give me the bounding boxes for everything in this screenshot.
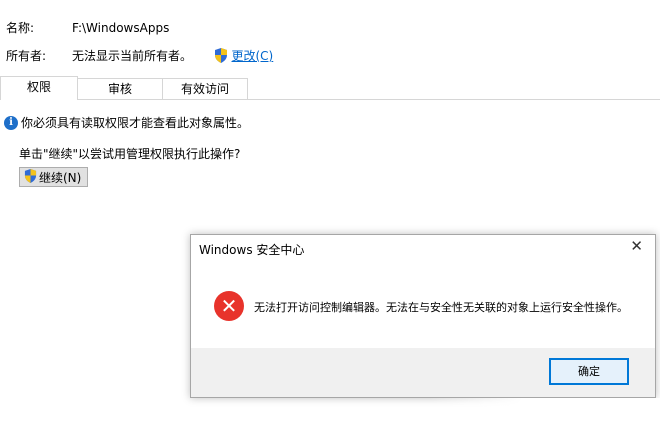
tab-auditing[interactable]: 审核 — [77, 78, 163, 99]
name-row: 名称: F:\WindowsApps — [6, 19, 169, 36]
owner-value: 无法显示当前所有者。 — [72, 49, 193, 63]
dialog-footer: 确定 — [191, 348, 655, 397]
tab-permissions[interactable]: 权限 — [0, 76, 78, 100]
ok-button[interactable]: 确定 — [549, 358, 629, 385]
continue-prompt: 单击"继续"以尝试用管理权限执行此操作? — [19, 147, 241, 161]
tab-effective-access[interactable]: 有效访问 — [162, 78, 248, 99]
info-icon: i — [4, 115, 18, 130]
owner-row: 所有者: 无法显示当前所有者。 更改(C) — [6, 47, 273, 66]
info-message: i 你必须具有读取权限才能查看此对象属性。 — [4, 114, 249, 131]
info-text: 你必须具有读取权限才能查看此对象属性。 — [21, 116, 250, 130]
continue-label: 继续(N) — [39, 170, 82, 185]
uac-shield-icon — [214, 48, 228, 66]
security-error-dialog: Windows 安全中心 ✕ ✕ 无法打开访问控制编辑器。无法在与安全性无关联的… — [190, 234, 656, 398]
close-icon[interactable]: ✕ — [630, 237, 643, 255]
name-value: F:\WindowsApps — [72, 21, 170, 35]
dialog-title: Windows 安全中心 — [199, 243, 305, 257]
name-label: 名称: — [6, 21, 35, 35]
owner-label: 所有者: — [6, 49, 47, 63]
change-owner-link[interactable]: 更改(C) — [232, 49, 274, 63]
uac-shield-icon — [24, 168, 37, 186]
error-icon: ✕ — [214, 291, 244, 321]
tab-strip-divider — [0, 99, 660, 100]
bottom-fade — [430, 398, 660, 440]
dialog-message: 无法打开访问控制编辑器。无法在与安全性无关联的对象上运行安全性操作。 — [254, 301, 628, 314]
continue-button[interactable]: 继续(N) — [19, 167, 89, 187]
